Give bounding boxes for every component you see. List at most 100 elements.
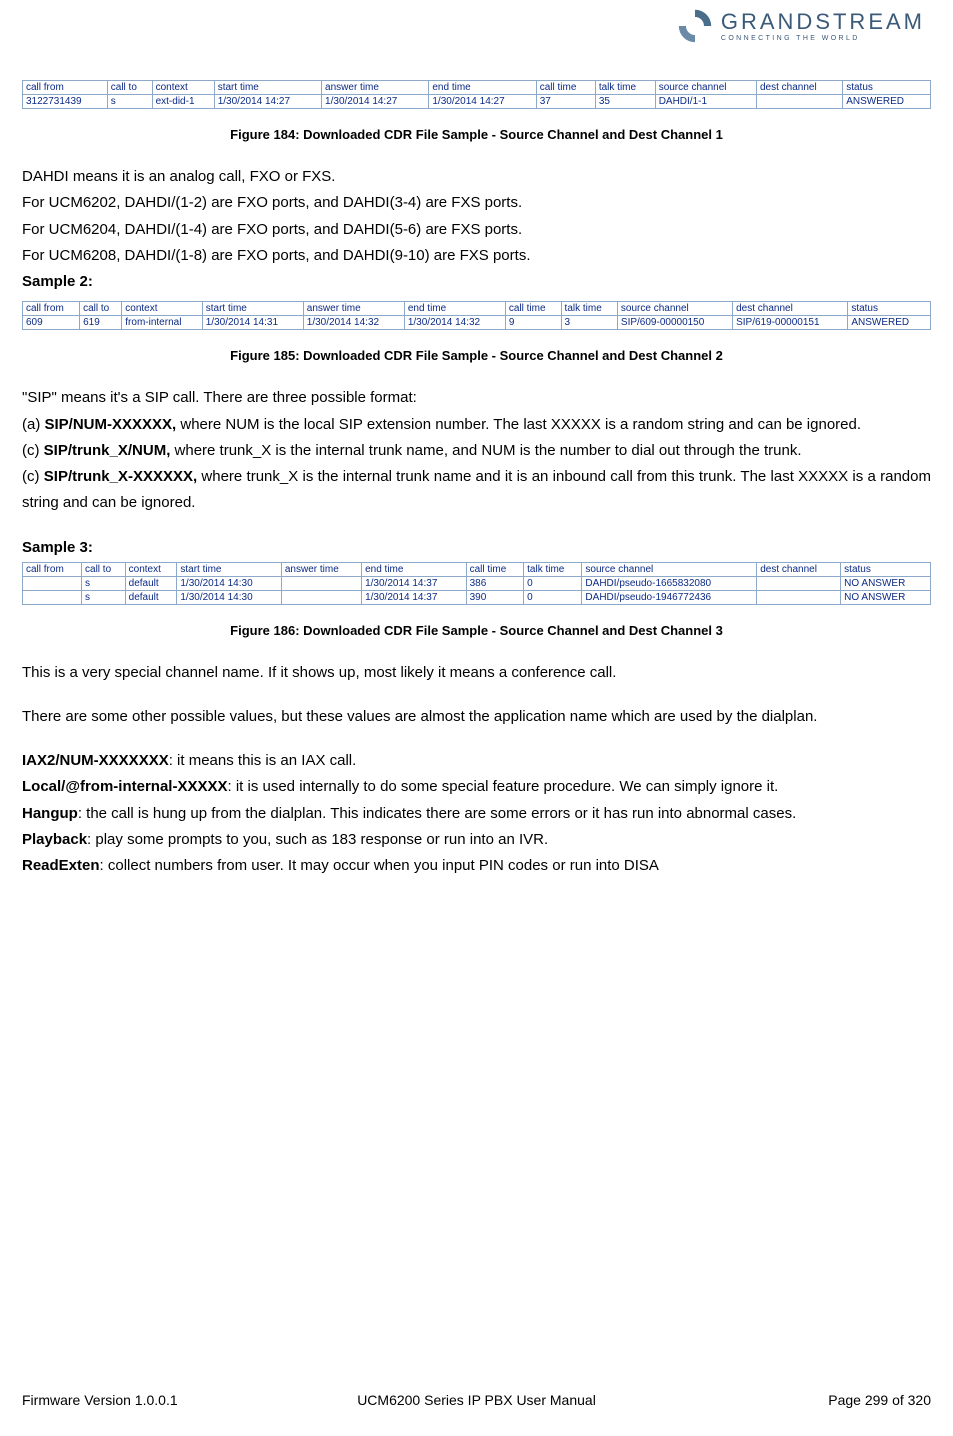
table-cell: 1/30/2014 14:31 (202, 316, 303, 330)
brand-logo: GRANDSTREAM CONNECTING THE WORLD (677, 8, 925, 44)
table-cell (281, 576, 361, 590)
column-header: source channel (617, 302, 732, 316)
column-header: call from (23, 302, 80, 316)
column-header: status (841, 562, 931, 576)
table-cell: 386 (466, 576, 524, 590)
text-line: IAX2/NUM-XXXXXXX: it means this is an IA… (22, 748, 931, 774)
conference-explanation: This is a very special channel name. If … (22, 660, 931, 880)
table-cell: ext-did-1 (152, 95, 214, 109)
text-line: "SIP" means it's a SIP call. There are t… (22, 385, 931, 411)
table-cell (757, 590, 841, 604)
table-row: sdefault1/30/2014 14:301/30/2014 14:3739… (23, 590, 931, 604)
footer-title: UCM6200 Series IP PBX User Manual (22, 1392, 931, 1408)
column-header: source channel (582, 562, 757, 576)
table-header-row: call fromcall tocontextstart timeanswer … (23, 81, 931, 95)
column-header: end time (404, 302, 505, 316)
column-header: call to (82, 562, 126, 576)
column-header: call time (505, 302, 561, 316)
column-header: dest channel (757, 562, 841, 576)
table-cell: s (82, 576, 126, 590)
table-cell: default (125, 590, 177, 604)
cdr-table-3: call fromcall tocontextstart timeanswer … (22, 562, 931, 605)
table-cell: DAHDI/1-1 (655, 95, 756, 109)
column-header: source channel (655, 81, 756, 95)
table-row: 609619from-internal1/30/2014 14:311/30/2… (23, 316, 931, 330)
figure-caption-185: Figure 185: Downloaded CDR File Sample -… (22, 348, 931, 363)
dahdi-explanation: DAHDI means it is an analog call, FXO or… (22, 164, 931, 295)
table-cell: 609 (23, 316, 80, 330)
table-cell: 3 (561, 316, 617, 330)
table-cell: SIP/609-00000150 (617, 316, 732, 330)
table-cell: s (82, 590, 126, 604)
sip-explanation: "SIP" means it's a SIP call. There are t… (22, 385, 931, 516)
table-row: sdefault1/30/2014 14:30 1/30/2014 14:3738… (23, 576, 931, 590)
column-header: dest channel (733, 302, 848, 316)
table-cell: DAHDI/pseudo-1665832080 (582, 576, 757, 590)
table-cell (23, 576, 82, 590)
column-header: start time (214, 81, 321, 95)
table-header-row: call fromcall tocontextstart timeanswer … (23, 562, 931, 576)
column-header: end time (362, 562, 466, 576)
column-header: call time (536, 81, 595, 95)
text-line: (a) SIP/NUM-XXXXXX, where NUM is the loc… (22, 412, 931, 438)
table-row: 3122731439sext-did-11/30/2014 14:271/30/… (23, 95, 931, 109)
table-cell: 1/30/2014 14:30 (177, 576, 281, 590)
column-header: start time (202, 302, 303, 316)
text-line: Playback: play some prompts to you, such… (22, 827, 931, 853)
text-line: For UCM6204, DAHDI/(1-4) are FXO ports, … (22, 217, 931, 243)
table-cell: 1/30/2014 14:27 (322, 95, 429, 109)
table-cell: default (125, 576, 177, 590)
column-header: call from (23, 562, 82, 576)
text-line: For UCM6202, DAHDI/(1-2) are FXO ports, … (22, 190, 931, 216)
table-cell (23, 590, 82, 604)
table-cell (757, 576, 841, 590)
grandstream-swoosh-icon (677, 8, 713, 44)
column-header: start time (177, 562, 281, 576)
table-cell: 1/30/2014 14:32 (404, 316, 505, 330)
page-footer: Firmware Version 1.0.0.1 UCM6200 Series … (22, 1392, 931, 1408)
text-line: ReadExten: collect numbers from user. It… (22, 853, 931, 879)
column-header: talk time (524, 562, 582, 576)
table-cell: DAHDI/pseudo-1946772436 (582, 590, 757, 604)
table-cell: 390 (466, 590, 524, 604)
text-line: Local/@from-internal-XXXXX: it is used i… (22, 774, 931, 800)
text-line: There are some other possible values, bu… (22, 704, 931, 730)
table-header-row: call fromcall tocontextstart timeanswer … (23, 302, 931, 316)
column-header: end time (429, 81, 536, 95)
text-line: For UCM6208, DAHDI/(1-8) are FXO ports, … (22, 243, 931, 269)
column-header: call to (80, 302, 122, 316)
table-cell: NO ANSWER (841, 590, 931, 604)
table-cell: 1/30/2014 14:30 (177, 590, 281, 604)
table-cell: 3122731439 (23, 95, 108, 109)
table-cell: 619 (80, 316, 122, 330)
cdr-table-2: call fromcall tocontextstart timeanswer … (22, 301, 931, 330)
text-line: Hangup: the call is hung up from the dia… (22, 801, 931, 827)
column-header: status (848, 302, 931, 316)
column-header: answer time (303, 302, 404, 316)
table-cell (756, 95, 842, 109)
text-line: DAHDI means it is an analog call, FXO or… (22, 164, 931, 190)
column-header: talk time (595, 81, 655, 95)
table-cell: NO ANSWER (841, 576, 931, 590)
column-header: status (843, 81, 931, 95)
table-cell: 0 (524, 576, 582, 590)
column-header: call from (23, 81, 108, 95)
figure-caption-186: Figure 186: Downloaded CDR File Sample -… (22, 623, 931, 638)
table-cell: 35 (595, 95, 655, 109)
table-cell (281, 590, 361, 604)
column-header: dest channel (756, 81, 842, 95)
column-header: context (125, 562, 177, 576)
column-header: answer time (281, 562, 361, 576)
table-cell: from-internal (122, 316, 202, 330)
column-header: call time (466, 562, 524, 576)
table-cell: s (107, 95, 152, 109)
table-cell: ANSWERED (843, 95, 931, 109)
table-cell: 1/30/2014 14:27 (214, 95, 321, 109)
column-header: answer time (322, 81, 429, 95)
column-header: call to (107, 81, 152, 95)
column-header: context (152, 81, 214, 95)
table-cell: SIP/619-00000151 (733, 316, 848, 330)
table-cell: 1/30/2014 14:32 (303, 316, 404, 330)
table-cell: 1/30/2014 14:37 (362, 576, 466, 590)
column-header: talk time (561, 302, 617, 316)
